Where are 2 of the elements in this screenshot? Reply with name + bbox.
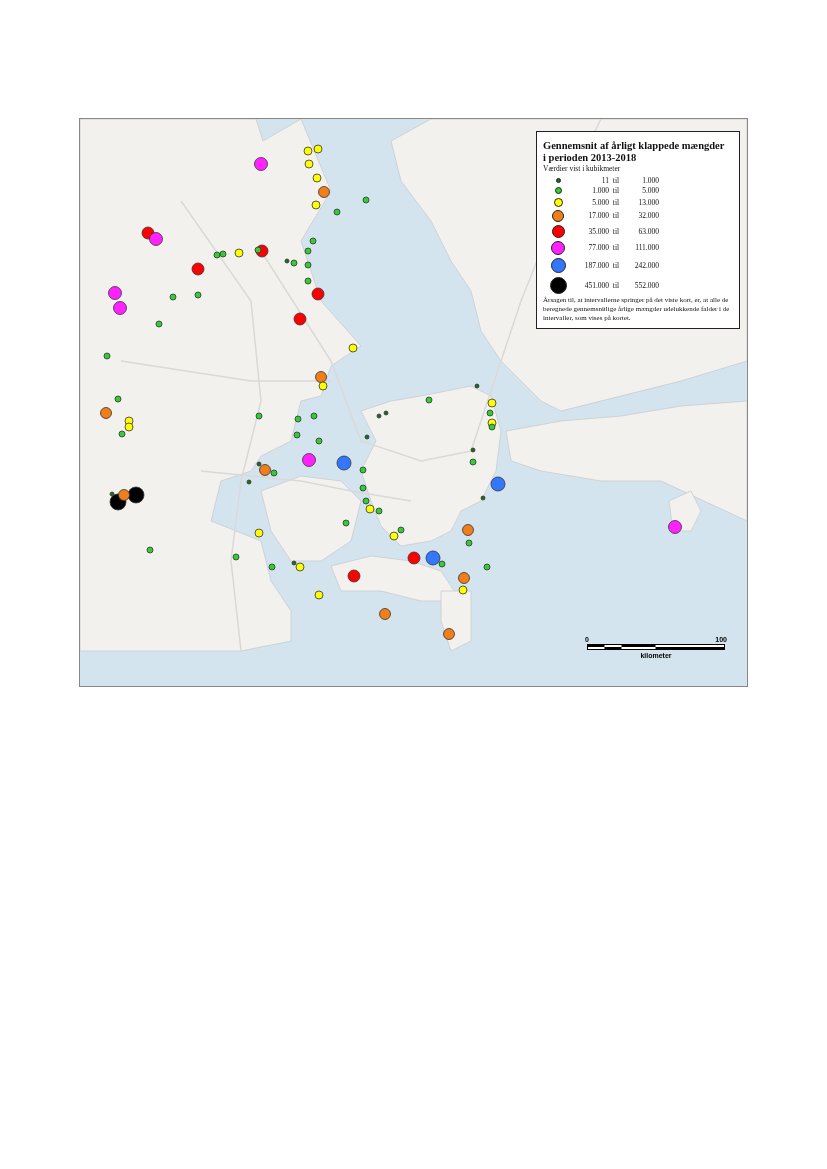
- legend-title: i perioden 2013-2018: [543, 152, 638, 164]
- legend-title: Gennemsnit af årligt klappede mængder: [543, 140, 726, 152]
